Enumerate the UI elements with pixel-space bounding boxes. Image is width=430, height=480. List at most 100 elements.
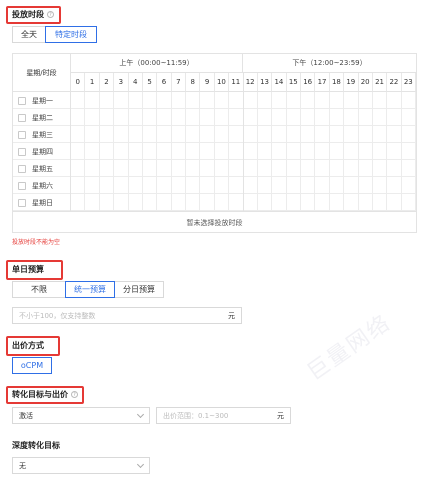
time-slot[interactable]: [143, 92, 158, 109]
time-slot[interactable]: [373, 109, 388, 126]
time-slot[interactable]: [114, 177, 129, 194]
time-slot[interactable]: [373, 143, 388, 160]
hour-header[interactable]: 5: [142, 73, 158, 92]
time-slot[interactable]: [229, 143, 244, 160]
time-slot[interactable]: [330, 194, 345, 211]
time-slot[interactable]: [157, 143, 172, 160]
day-label[interactable]: 星期六: [13, 177, 71, 194]
time-slot[interactable]: [244, 177, 258, 194]
hour-header[interactable]: 23: [401, 73, 416, 92]
time-slot[interactable]: [287, 143, 301, 160]
day-label[interactable]: 星期一: [13, 92, 71, 109]
time-slot[interactable]: [359, 92, 373, 109]
hour-header[interactable]: 21: [372, 73, 388, 92]
time-slot[interactable]: [359, 194, 373, 211]
time-slot[interactable]: [229, 92, 244, 109]
time-slot[interactable]: [129, 177, 143, 194]
time-slot[interactable]: [129, 92, 143, 109]
time-slot[interactable]: [215, 92, 230, 109]
time-slot[interactable]: [258, 143, 273, 160]
time-slot[interactable]: [129, 143, 143, 160]
time-slot[interactable]: [387, 160, 402, 177]
hour-header[interactable]: 14: [272, 73, 287, 92]
time-slot[interactable]: [186, 143, 201, 160]
time-slot[interactable]: [301, 177, 316, 194]
time-slot[interactable]: [172, 143, 186, 160]
hour-header[interactable]: 10: [214, 73, 230, 92]
time-slot[interactable]: [258, 109, 273, 126]
time-slot[interactable]: [244, 143, 258, 160]
time-slot[interactable]: [143, 160, 158, 177]
time-slot[interactable]: [186, 92, 201, 109]
time-slot[interactable]: [200, 143, 215, 160]
hour-header[interactable]: 4: [128, 73, 143, 92]
conversion-goal-select[interactable]: 激活: [12, 407, 150, 424]
time-slot[interactable]: [402, 126, 416, 143]
time-slot[interactable]: [143, 143, 158, 160]
time-slot[interactable]: [344, 126, 359, 143]
budget-unlimited-button[interactable]: 不限: [12, 281, 66, 298]
hour-header[interactable]: 20: [358, 73, 373, 92]
time-slot[interactable]: [71, 143, 86, 160]
time-slot[interactable]: [402, 92, 416, 109]
time-slot[interactable]: [100, 92, 115, 109]
help-icon[interactable]: ?: [47, 11, 54, 18]
time-slot[interactable]: [129, 160, 143, 177]
time-slot[interactable]: [359, 143, 373, 160]
time-slot[interactable]: [143, 126, 158, 143]
hour-header[interactable]: 1: [85, 73, 100, 92]
time-slot[interactable]: [301, 109, 316, 126]
time-slot[interactable]: [215, 177, 230, 194]
time-slot[interactable]: [229, 177, 244, 194]
time-slot[interactable]: [114, 160, 129, 177]
time-slot[interactable]: [215, 160, 230, 177]
time-slot[interactable]: [359, 109, 373, 126]
hour-header[interactable]: 11: [229, 73, 244, 92]
time-slot[interactable]: [157, 194, 172, 211]
time-slot[interactable]: [85, 177, 100, 194]
time-slot[interactable]: [172, 92, 186, 109]
time-slot[interactable]: [330, 109, 345, 126]
time-slot[interactable]: [114, 194, 129, 211]
time-slot[interactable]: [315, 194, 330, 211]
hour-header[interactable]: 18: [329, 73, 345, 92]
time-slot[interactable]: [258, 177, 273, 194]
time-slot[interactable]: [344, 109, 359, 126]
time-slot[interactable]: [387, 109, 402, 126]
time-slot[interactable]: [402, 143, 416, 160]
day-label[interactable]: 星期日: [13, 194, 71, 211]
time-slot[interactable]: [71, 194, 86, 211]
time-slot[interactable]: [229, 126, 244, 143]
time-slot[interactable]: [387, 194, 402, 211]
time-slot[interactable]: [315, 126, 330, 143]
time-slot[interactable]: [272, 109, 287, 126]
day-label[interactable]: 星期二: [13, 109, 71, 126]
hour-header[interactable]: 0: [71, 73, 86, 92]
day-label[interactable]: 星期三: [13, 126, 71, 143]
time-slot[interactable]: [129, 194, 143, 211]
time-slot[interactable]: [402, 160, 416, 177]
time-slot[interactable]: [114, 143, 129, 160]
time-slot[interactable]: [359, 177, 373, 194]
time-slot[interactable]: [272, 177, 287, 194]
day-checkbox[interactable]: [18, 113, 26, 122]
time-slot[interactable]: [229, 160, 244, 177]
time-slot[interactable]: [287, 160, 301, 177]
time-slot[interactable]: [71, 177, 86, 194]
time-slot[interactable]: [272, 92, 287, 109]
time-slot[interactable]: [315, 92, 330, 109]
time-slot[interactable]: [114, 92, 129, 109]
time-slot[interactable]: [315, 109, 330, 126]
time-slot[interactable]: [301, 160, 316, 177]
time-slot[interactable]: [100, 143, 115, 160]
time-slot[interactable]: [387, 143, 402, 160]
time-slot[interactable]: [157, 177, 172, 194]
day-checkbox[interactable]: [18, 198, 26, 207]
time-slot[interactable]: [344, 92, 359, 109]
time-slot[interactable]: [287, 194, 301, 211]
time-slot[interactable]: [100, 177, 115, 194]
time-slot[interactable]: [186, 109, 201, 126]
time-slot[interactable]: [172, 126, 186, 143]
time-slot[interactable]: [402, 194, 416, 211]
time-slot[interactable]: [157, 92, 172, 109]
